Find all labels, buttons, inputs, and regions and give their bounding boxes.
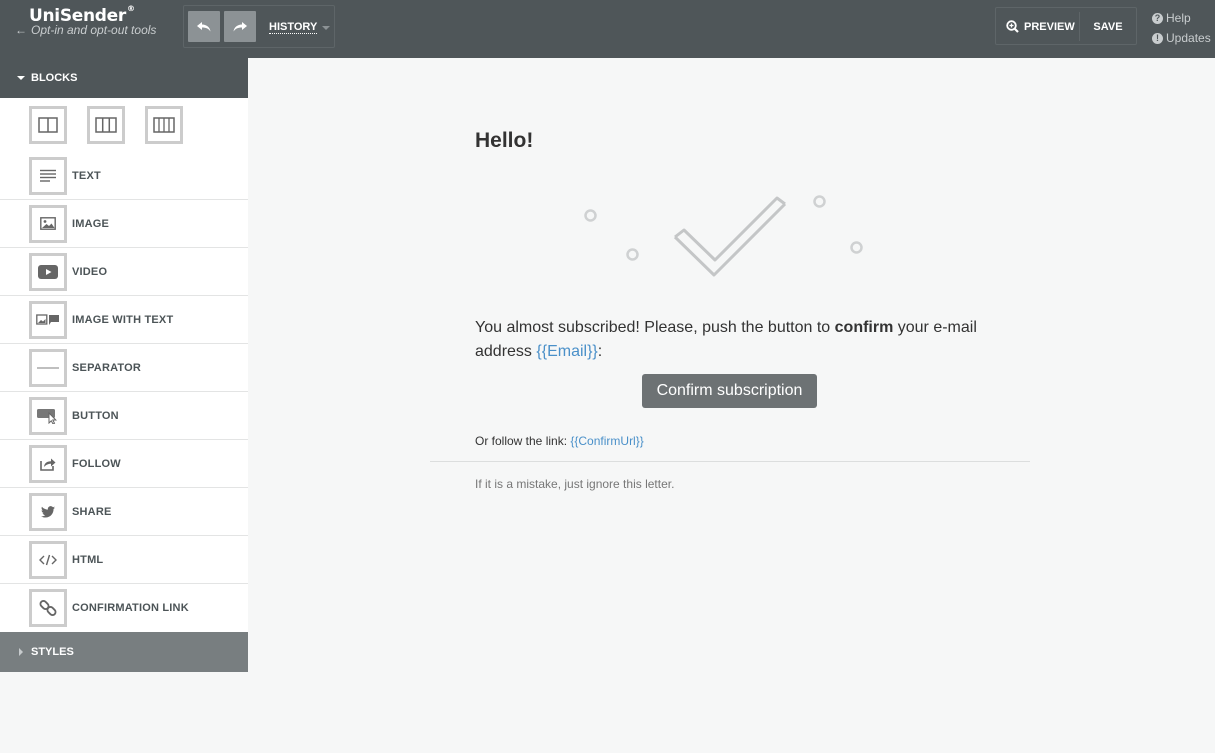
block-label: VIDEO [72,265,108,278]
email-divider [430,461,1030,462]
block-label: TEXT [72,169,101,182]
follow-link-text[interactable]: Or follow the link: {{ConfirmUrl}} [475,434,644,448]
top-toolbar: UniSender® ← Opt-in and opt-out tools HIS… [0,0,1215,58]
block-separator[interactable]: SEPARATOR [0,344,248,392]
layout-three-columns[interactable] [87,106,125,144]
layout-two-columns[interactable] [29,106,67,144]
chain-link-icon [29,589,67,627]
block-label: IMAGE WITH TEXT [72,313,174,326]
preview-button[interactable]: PREVIEW [1000,12,1080,41]
updates-link[interactable]: ! Updates [1152,28,1211,48]
question-circle-icon: ? [1152,12,1163,24]
help-link[interactable]: ? Help [1152,8,1211,28]
mistake-note[interactable]: If it is a mistake, just ignore this let… [475,477,674,491]
styles-section-header[interactable]: STYLES [0,632,248,672]
layout-four-columns[interactable] [145,106,183,144]
image-with-text-icon [29,300,67,339]
confirm-url-variable: {{ConfirmUrl}} [570,434,644,448]
block-label: SHARE [72,505,112,518]
block-label: CONFIRMATION LINK [72,602,189,614]
two-columns-icon [38,117,58,133]
email-variable: {{Email}} [536,343,598,360]
block-label: SEPARATOR [72,361,142,374]
arrow-left-icon: ← [15,23,27,37]
block-button[interactable]: BUTTON [0,392,248,440]
history-dropdown-label[interactable]: HISTORY [269,21,318,34]
block-follow[interactable]: FOLLOW [0,440,248,488]
block-label: FOLLOW [72,457,121,470]
block-image-with-text[interactable]: IMAGE WITH TEXT [0,296,248,344]
text-lines-icon [29,156,67,195]
email-heading[interactable]: Hello! [475,129,533,153]
redo-button[interactable] [224,11,256,42]
caret-down-icon [17,76,25,80]
help-links: ? Help ! Updates [1152,8,1211,48]
redo-arrow-icon [233,21,247,31]
block-label: IMAGE [72,217,110,230]
caret-right-icon [19,648,23,656]
block-image[interactable]: IMAGE [0,200,248,248]
three-columns-icon [95,117,117,133]
video-play-icon [29,252,67,291]
four-columns-icon [153,117,175,133]
blocks-section-header[interactable]: BLOCKS [0,58,248,98]
block-html[interactable]: HTML [0,536,248,584]
block-label: HTML [72,553,104,566]
image-icon [29,204,67,243]
column-layouts-row [0,98,248,152]
undo-button[interactable] [188,11,220,42]
blocks-sidebar: BLOCKS TEXT IMAGE VIDEO IMAGE WITH TEXT … [0,58,248,672]
button-cursor-icon [29,396,67,435]
preview-save-group: PREVIEW SAVE [995,7,1137,45]
block-text[interactable]: TEXT [0,152,248,200]
block-video[interactable]: VIDEO [0,248,248,296]
block-label: BUTTON [72,409,119,422]
share-out-icon [29,444,67,483]
block-share[interactable]: SHARE [0,488,248,536]
checkmark-illustration-icon [584,195,863,277]
history-controls: HISTORY [183,5,335,48]
confirm-subscription-button[interactable]: Confirm subscription [642,374,817,408]
chevron-down-icon[interactable] [322,26,330,30]
exclamation-circle-icon: ! [1152,32,1163,44]
zoom-preview-icon [1006,20,1019,33]
email-body-text[interactable]: You almost subscribed! Please, push the … [475,316,995,364]
undo-arrow-icon [197,21,211,31]
twitter-bird-icon [29,492,67,531]
separator-line-icon [29,348,67,387]
code-brackets-icon [29,540,67,579]
back-to-tools-link[interactable]: ← Opt-in and opt-out tools [15,23,156,37]
save-button[interactable]: SAVE [1084,12,1132,41]
block-confirmation-link[interactable]: CONFIRMATION LINK [0,584,248,632]
